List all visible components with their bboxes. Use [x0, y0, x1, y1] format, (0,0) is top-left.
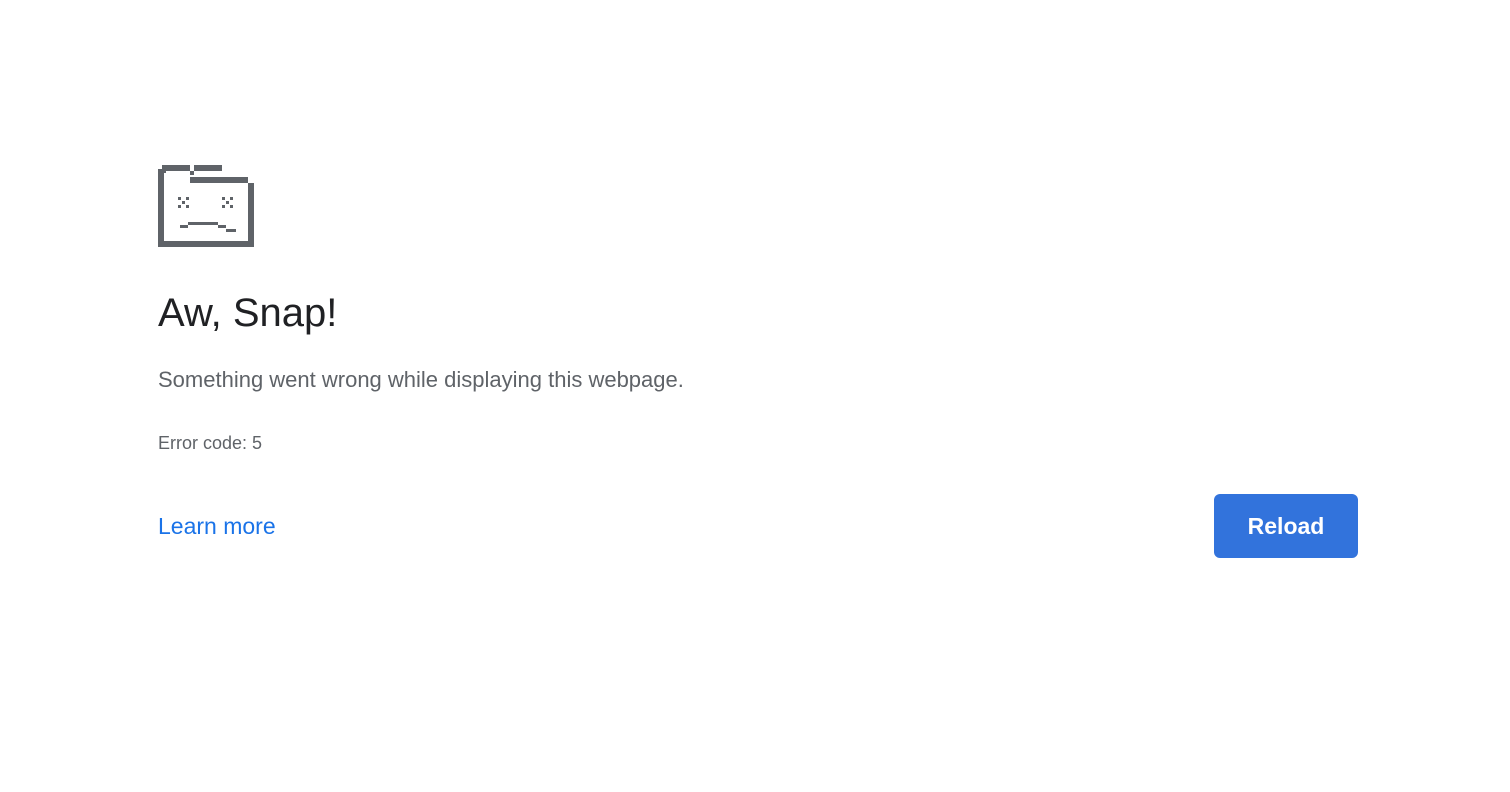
sad-tab-page: Aw, Snap! Something went wrong while dis… [0, 0, 1510, 792]
learn-more-link[interactable]: Learn more [158, 512, 276, 540]
error-code: Error code: 5 [158, 433, 263, 453]
reload-button[interactable]: Reload [1214, 494, 1358, 558]
page-title: Aw, Snap! [158, 291, 338, 335]
error-message: Something went wrong while displaying th… [158, 367, 684, 392]
sad-tab-icon [158, 165, 254, 247]
